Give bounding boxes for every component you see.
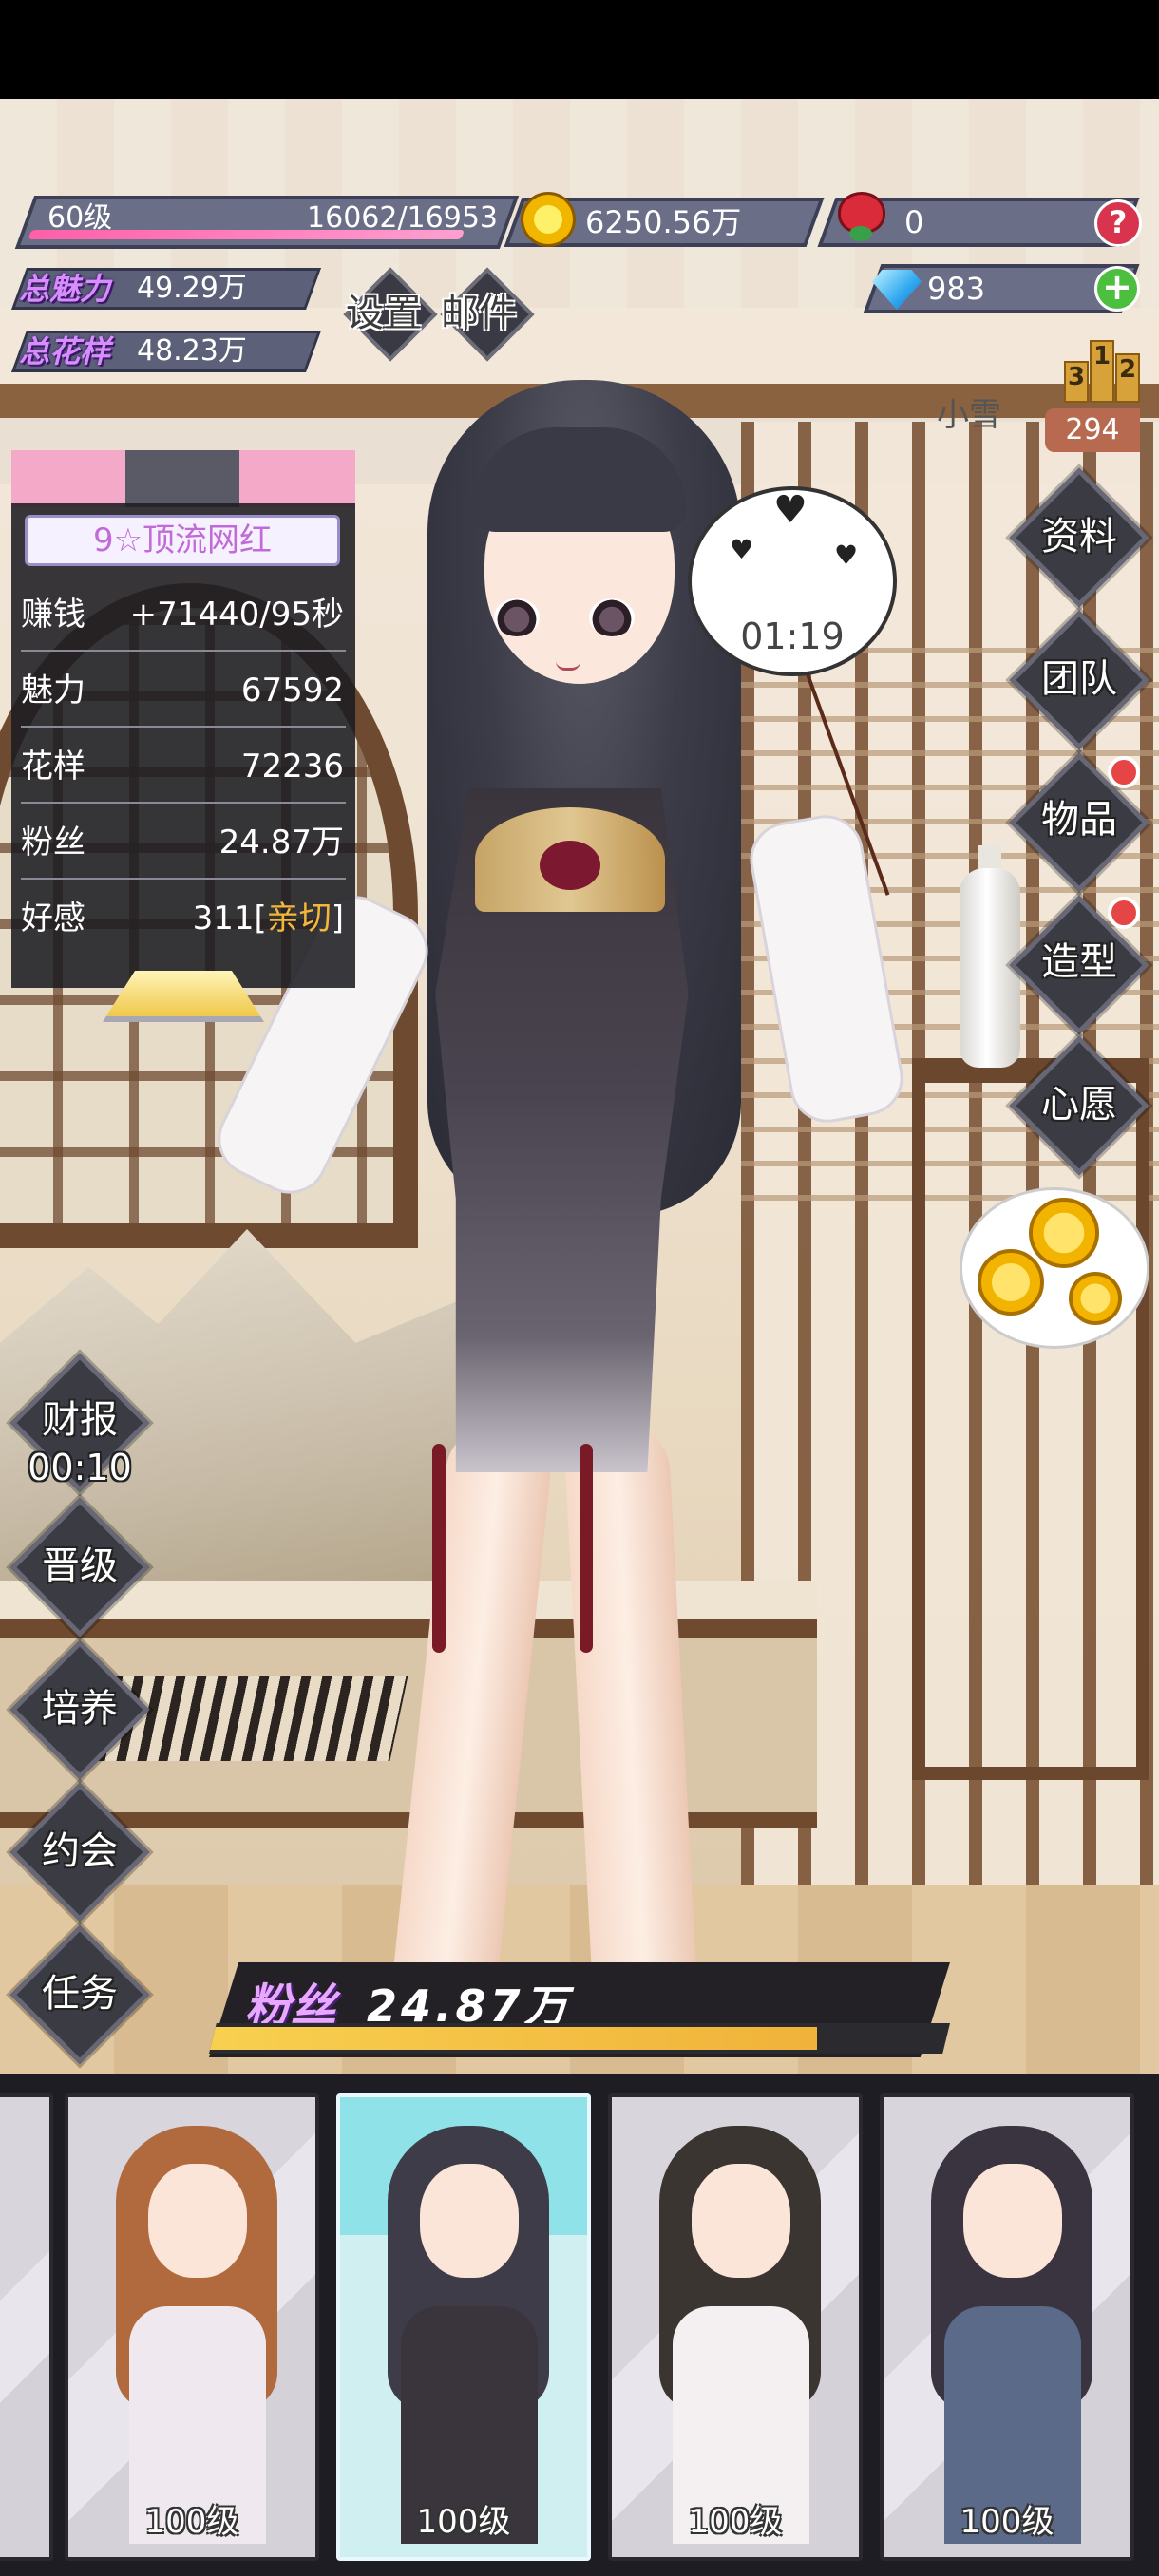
card-face [148, 2164, 247, 2278]
fans-progress-bar [209, 2023, 950, 2054]
rose-icon [832, 188, 889, 247]
card-face [692, 2164, 790, 2278]
date-button[interactable]: 约会 [4, 1828, 156, 1875]
character-title: 9☆顶流网红 [25, 515, 340, 566]
card-face [420, 2164, 519, 2278]
notification-dot [1108, 897, 1140, 929]
info-value: +71440/95秒 [129, 596, 344, 634]
ranking-score[interactable]: 294 [1045, 408, 1140, 452]
help-button[interactable]: ? [1094, 199, 1142, 247]
podium-second: 2 [1115, 353, 1140, 403]
style-button[interactable]: 造型 [1003, 938, 1155, 986]
items-button[interactable]: 物品 [1003, 796, 1155, 843]
profile-button[interactable]: 资料 [1003, 513, 1155, 560]
diamond-icon [868, 266, 925, 313]
character-eye-right [589, 598, 635, 636]
card-level: 100级 [144, 2503, 239, 2541]
report-button[interactable]: 财报 [4, 1396, 156, 1444]
total-pattern-label: 总花样 [19, 333, 111, 369]
info-label: 魅力 [21, 672, 86, 710]
total-pattern-value: 48.23万 [137, 334, 247, 368]
mail-button[interactable]: 邮件 [441, 285, 517, 342]
info-value: 311[亲切] [193, 895, 344, 942]
card-level: 100级 [960, 2503, 1054, 2541]
exp-value: 16062/16953 [307, 201, 498, 235]
add-gems-button[interactable]: + [1094, 266, 1140, 312]
info-label: 粉丝 [21, 824, 86, 862]
card-level: 100级 [416, 2503, 511, 2541]
info-label: 赚钱 [21, 596, 86, 634]
task-button[interactable]: 任务 [4, 1970, 156, 2017]
roster-card[interactable]: 100级 [65, 2093, 319, 2561]
roster-card[interactable]: 100级 [608, 2093, 863, 2561]
info-row-affection: 好感 311[亲切] [21, 881, 346, 956]
info-label: 好感 [21, 900, 86, 938]
card-level: 100级 [688, 2503, 783, 2541]
wish-button[interactable]: 心愿 [1003, 1081, 1155, 1128]
coin-icon [1029, 1198, 1099, 1268]
info-label: 花样 [21, 748, 86, 786]
coin-icon [978, 1249, 1044, 1316]
affection-value: 311 [192, 900, 255, 938]
timer-text: 01:19 [740, 616, 845, 657]
heart-icon: ♥ [730, 534, 754, 565]
player-level: 60级 [48, 201, 113, 235]
status-bar [0, 0, 1159, 99]
info-row-fans: 粉丝 24.87万 [21, 805, 346, 880]
settings-button[interactable]: 设置 [346, 285, 422, 342]
podium-third: 3 [1064, 361, 1089, 403]
gem-amount: 983 [927, 271, 986, 307]
character-leg-left [385, 1421, 556, 2055]
dress-tassel [580, 1444, 593, 1653]
notification-dot [1108, 756, 1140, 788]
report-timer: 00:10 [28, 1447, 132, 1488]
info-row-pattern: 花样 72236 [21, 729, 346, 804]
roster-card[interactable]: 100级 [880, 2093, 1134, 2561]
bracket-close: ] [331, 900, 344, 938]
dress-tassel [432, 1444, 446, 1653]
rose-amount: 0 [904, 204, 924, 240]
character-roster[interactable]: 100级 100级 100级 100级 [0, 2074, 1159, 2576]
coin-icon [1069, 1272, 1122, 1325]
coin-icon [521, 192, 576, 247]
dress-rose-emblem [540, 841, 600, 890]
total-charm-label: 总魅力 [19, 271, 111, 307]
bracket-open: [ [254, 900, 267, 938]
info-row-earnings: 赚钱 +71440/95秒 [21, 578, 346, 652]
train-button[interactable]: 培养 [4, 1685, 156, 1733]
roster-card-partial[interactable] [0, 2093, 53, 2561]
info-panel-tabs[interactable] [11, 450, 355, 507]
promote-button[interactable]: 晋级 [4, 1543, 156, 1590]
total-charm-value: 49.29万 [137, 272, 247, 305]
team-button[interactable]: 团队 [1003, 655, 1155, 703]
info-row-charm: 魅力 67592 [21, 653, 346, 728]
affection-timer-bubble[interactable]: ♥ ♥ ♥ 01:19 [688, 486, 897, 676]
coin-amount: 6250.56万 [585, 204, 742, 240]
info-value: 24.87万 [218, 824, 344, 862]
podium-first: 1 [1090, 340, 1114, 403]
character-eye-left [494, 598, 540, 636]
fans-progress-fill [209, 2027, 817, 2050]
display-shelf [912, 1058, 1150, 1780]
character-info-panel: 9☆顶流网红 赚钱 +71440/95秒 魅力 67592 花样 72236 粉… [11, 503, 355, 988]
info-value: 67592 [240, 672, 344, 710]
roster-card[interactable]: 100级 [336, 2093, 591, 2561]
card-face [963, 2164, 1062, 2278]
character-sleeve-right [744, 809, 909, 1128]
ranking-podium-icon[interactable]: 3 1 2 [1064, 334, 1140, 403]
heart-icon: ♥ [773, 488, 808, 532]
affection-level: 亲切 [266, 900, 332, 938]
heart-icon: ♥ [834, 540, 859, 571]
ranking-name: 小雪 [937, 396, 1001, 434]
collect-coins-bubble[interactable] [960, 1187, 1150, 1349]
info-value: 72236 [240, 748, 344, 786]
